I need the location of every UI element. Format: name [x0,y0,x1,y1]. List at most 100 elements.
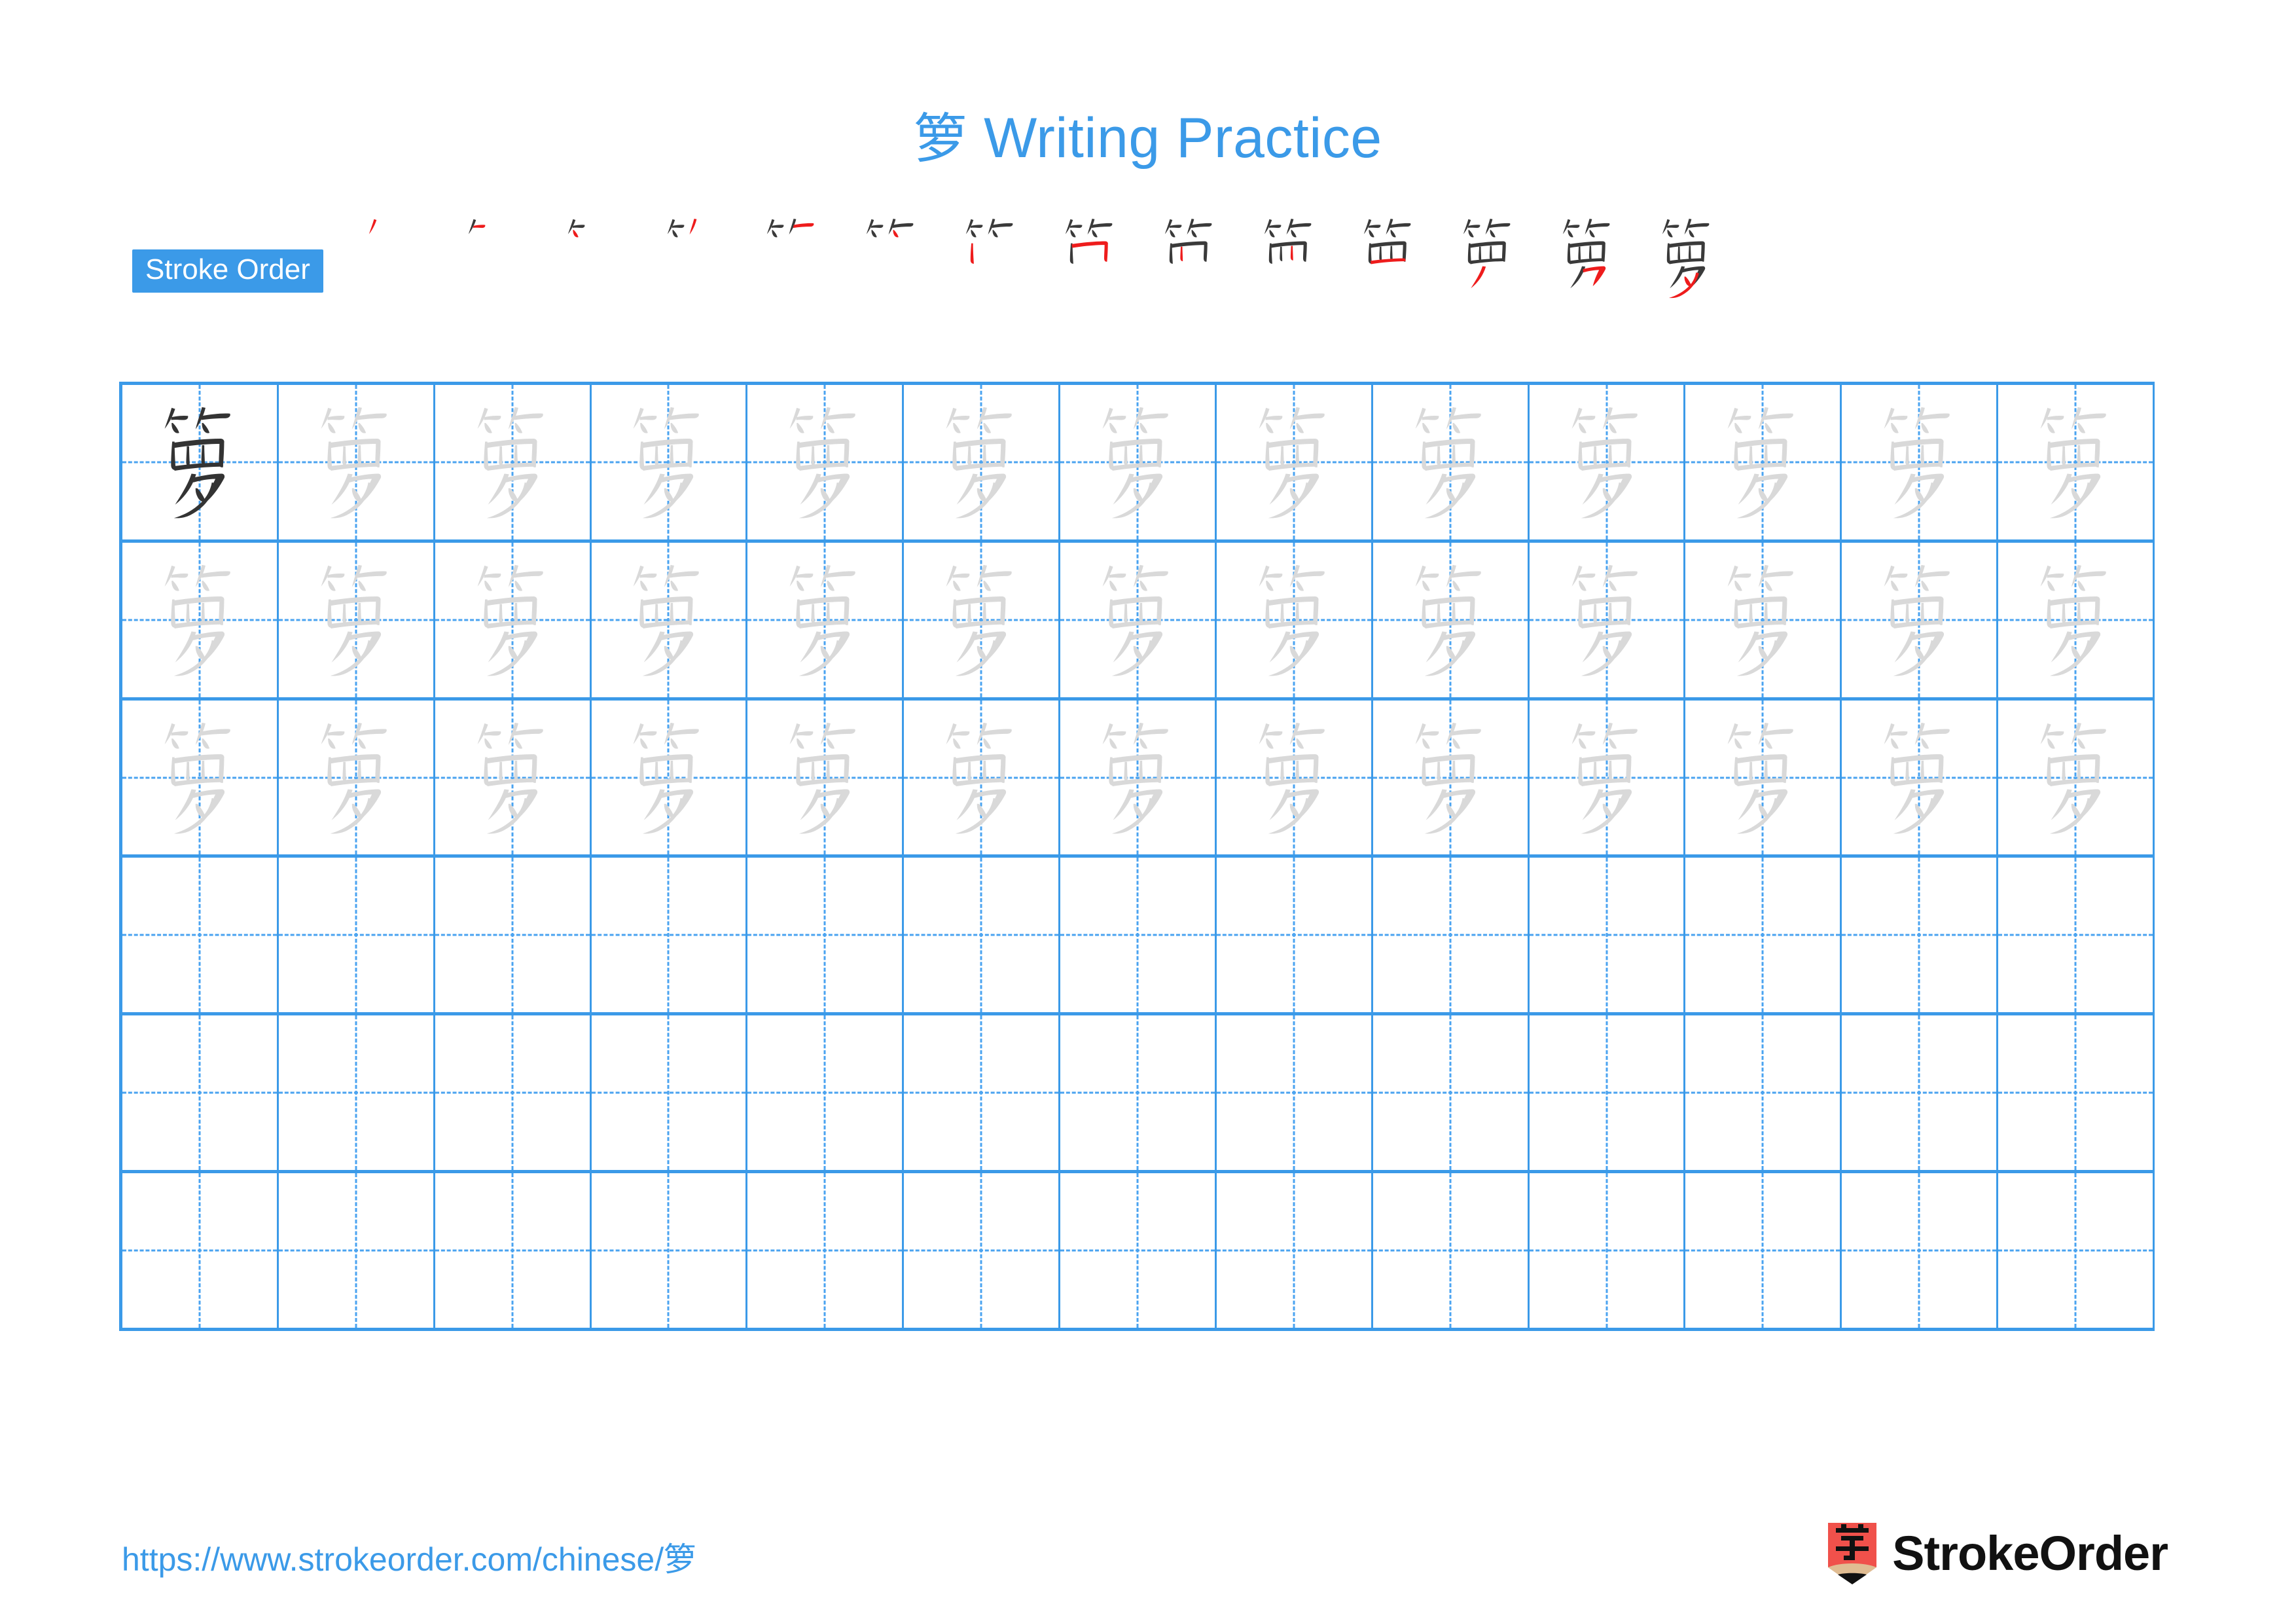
practice-cell[interactable] [1530,385,1686,539]
trace-character [747,543,902,697]
stroke-step-6 [842,211,941,302]
practice-cell[interactable] [747,385,905,539]
practice-cell[interactable] [122,1173,279,1328]
practice-cell[interactable] [1842,1173,1999,1328]
trace-character [435,385,590,539]
practice-cell[interactable] [1373,858,1530,1013]
practice-cell[interactable] [1217,700,1373,855]
practice-cell[interactable] [1842,858,1999,1013]
trace-character [1373,385,1528,539]
practice-cell[interactable] [1373,385,1530,539]
practice-cell[interactable] [904,858,1061,1013]
practice-cell[interactable] [592,1173,748,1328]
practice-cell[interactable] [279,1015,435,1171]
practice-cell[interactable] [747,1015,905,1171]
practice-cell[interactable] [1685,542,1842,697]
practice-cell[interactable] [1060,700,1217,855]
grid-row [122,542,2155,701]
practice-cell[interactable] [435,700,592,855]
practice-cell[interactable] [1373,1173,1530,1328]
practice-cell[interactable] [1060,858,1217,1013]
practice-cell[interactable] [1217,858,1373,1013]
practice-grid [119,382,2155,1331]
practice-cell[interactable] [279,385,435,539]
practice-cell[interactable] [1998,385,2155,539]
practice-cell[interactable] [592,542,748,697]
practice-cell[interactable] [747,858,905,1013]
practice-cell[interactable] [1530,700,1686,855]
practice-cell[interactable] [1530,858,1686,1013]
practice-cell[interactable] [1842,385,1999,539]
footer-url[interactable]: https://www.strokeorder.com/chinese/箩 [122,1540,696,1579]
footer-url-text: https://www.strokeorder.com/chinese/ [122,1541,664,1578]
page-title-character: 箩 [914,108,968,170]
pencil-logo-icon [1827,1522,1878,1586]
practice-cell[interactable] [1998,700,2155,855]
practice-cell[interactable] [747,1173,905,1328]
practice-cell[interactable] [1998,542,2155,697]
practice-cell[interactable] [1217,542,1373,697]
practice-cell[interactable] [1685,1015,1842,1171]
practice-cell[interactable] [279,858,435,1013]
practice-cell[interactable] [122,385,279,539]
practice-cell[interactable] [1373,1015,1530,1171]
practice-cell[interactable] [904,385,1061,539]
practice-cell[interactable] [1060,1015,1217,1171]
brand-name: StrokeOrder [1892,1526,2168,1580]
practice-cell[interactable] [279,700,435,855]
trace-character [435,543,590,697]
page-title: 箩 Writing Practice [0,110,2296,166]
trace-character [904,385,1058,539]
practice-cell[interactable] [1060,1173,1217,1328]
stroke-step-8 [1041,211,1140,302]
practice-cell[interactable] [122,1015,279,1171]
practice-cell[interactable] [1842,542,1999,697]
practice-cell[interactable] [279,1173,435,1328]
practice-cell[interactable] [592,858,748,1013]
practice-cell[interactable] [904,542,1061,697]
practice-cell[interactable] [1842,1015,1999,1171]
practice-cell[interactable] [1373,700,1530,855]
brand-logo-group[interactable]: StrokeOrder [1827,1518,2168,1590]
trace-character [1998,385,2153,539]
practice-cell[interactable] [279,542,435,697]
practice-cell[interactable] [1842,700,1999,855]
practice-cell[interactable] [435,385,592,539]
practice-cell[interactable] [1685,700,1842,855]
practice-cell[interactable] [1685,1173,1842,1328]
practice-cell[interactable] [1217,1015,1373,1171]
practice-cell[interactable] [592,385,748,539]
trace-character [747,385,902,539]
practice-cell[interactable] [904,1173,1061,1328]
practice-cell[interactable] [1685,858,1842,1013]
practice-cell[interactable] [904,700,1061,855]
practice-cell[interactable] [1530,1173,1686,1328]
practice-cell[interactable] [122,542,279,697]
trace-character [592,543,746,697]
practice-cell[interactable] [1998,1173,2155,1328]
practice-cell[interactable] [1998,1015,2155,1171]
practice-cell[interactable] [1373,542,1530,697]
practice-cell[interactable] [435,1173,592,1328]
practice-cell[interactable] [435,1015,592,1171]
practice-cell[interactable] [747,542,905,697]
trace-character [279,543,433,697]
practice-cell[interactable] [1060,542,1217,697]
practice-cell[interactable] [747,700,905,855]
practice-cell[interactable] [1530,1015,1686,1171]
practice-cell[interactable] [1217,1173,1373,1328]
practice-cell[interactable] [904,1015,1061,1171]
practice-cell[interactable] [1530,542,1686,697]
trace-character [122,543,277,697]
practice-cell[interactable] [1998,858,2155,1013]
trace-character [1373,701,1528,855]
practice-cell[interactable] [122,858,279,1013]
practice-cell[interactable] [592,700,748,855]
practice-cell[interactable] [1685,385,1842,539]
practice-cell[interactable] [435,858,592,1013]
practice-cell[interactable] [435,542,592,697]
practice-cell[interactable] [1217,385,1373,539]
practice-cell[interactable] [592,1015,748,1171]
practice-cell[interactable] [1060,385,1217,539]
practice-cell[interactable] [122,700,279,855]
